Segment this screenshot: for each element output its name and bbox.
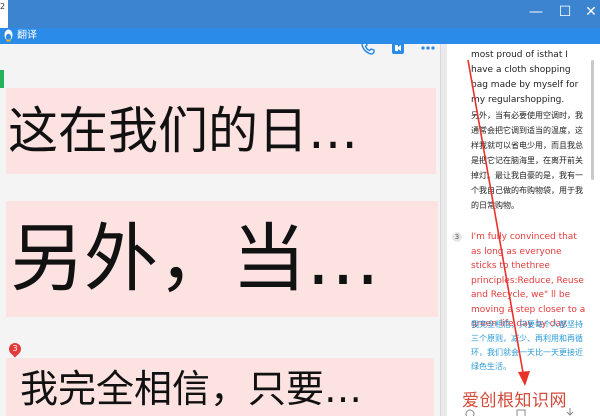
more-options-icon[interactable] (420, 40, 436, 56)
translation-block-1-zh: 另外，当有必要使用空调时，我通常会把它调到适当的温度，这样我就可以省电少用，而且… (471, 111, 583, 210)
translation-block-3-en: I'm fully convinced that as long as ever… (471, 232, 586, 329)
line-marker-number: 3 (12, 344, 18, 353)
outer-left-stub-text: 2 (0, 2, 6, 11)
panel-splitter[interactable] (440, 44, 447, 416)
outer-window-titlebar (0, 0, 600, 28)
side-accent-bar (0, 70, 4, 88)
translation-scrollbar[interactable] (591, 60, 594, 180)
qq-penguin-icon (4, 29, 13, 42)
translate-title: 翻译 (17, 30, 37, 41)
image-text-line-1: 这在我们的日… (6, 88, 436, 174)
video-call-icon[interactable] (390, 40, 406, 56)
bottom-toolbar-icons (465, 408, 574, 416)
translate-titlebar: 翻译 (0, 28, 600, 44)
outer-close-button[interactable]: ✕ (582, 3, 600, 21)
line-marker-pin: 3 (6, 340, 24, 358)
outer-maximize-button[interactable]: ☐ (556, 3, 574, 21)
translation-block-1-en: most proud of isthat I have a cloth shop… (471, 50, 579, 105)
translation-block-number: 3 (452, 232, 462, 242)
translation-block-3-zh: 我完全相信，只要每个人都坚持三个原则，减少、再利用和再循环，我们就会一天比一天更… (471, 320, 583, 371)
phone-icon[interactable] (360, 40, 376, 56)
outer-window-left-stub: 2 (0, 0, 8, 28)
image-text-line-2: 另外，当… (6, 201, 438, 317)
image-text-line-3: 我完全相信，只要… (6, 358, 434, 416)
outer-minimize-button[interactable]: — (527, 3, 545, 21)
